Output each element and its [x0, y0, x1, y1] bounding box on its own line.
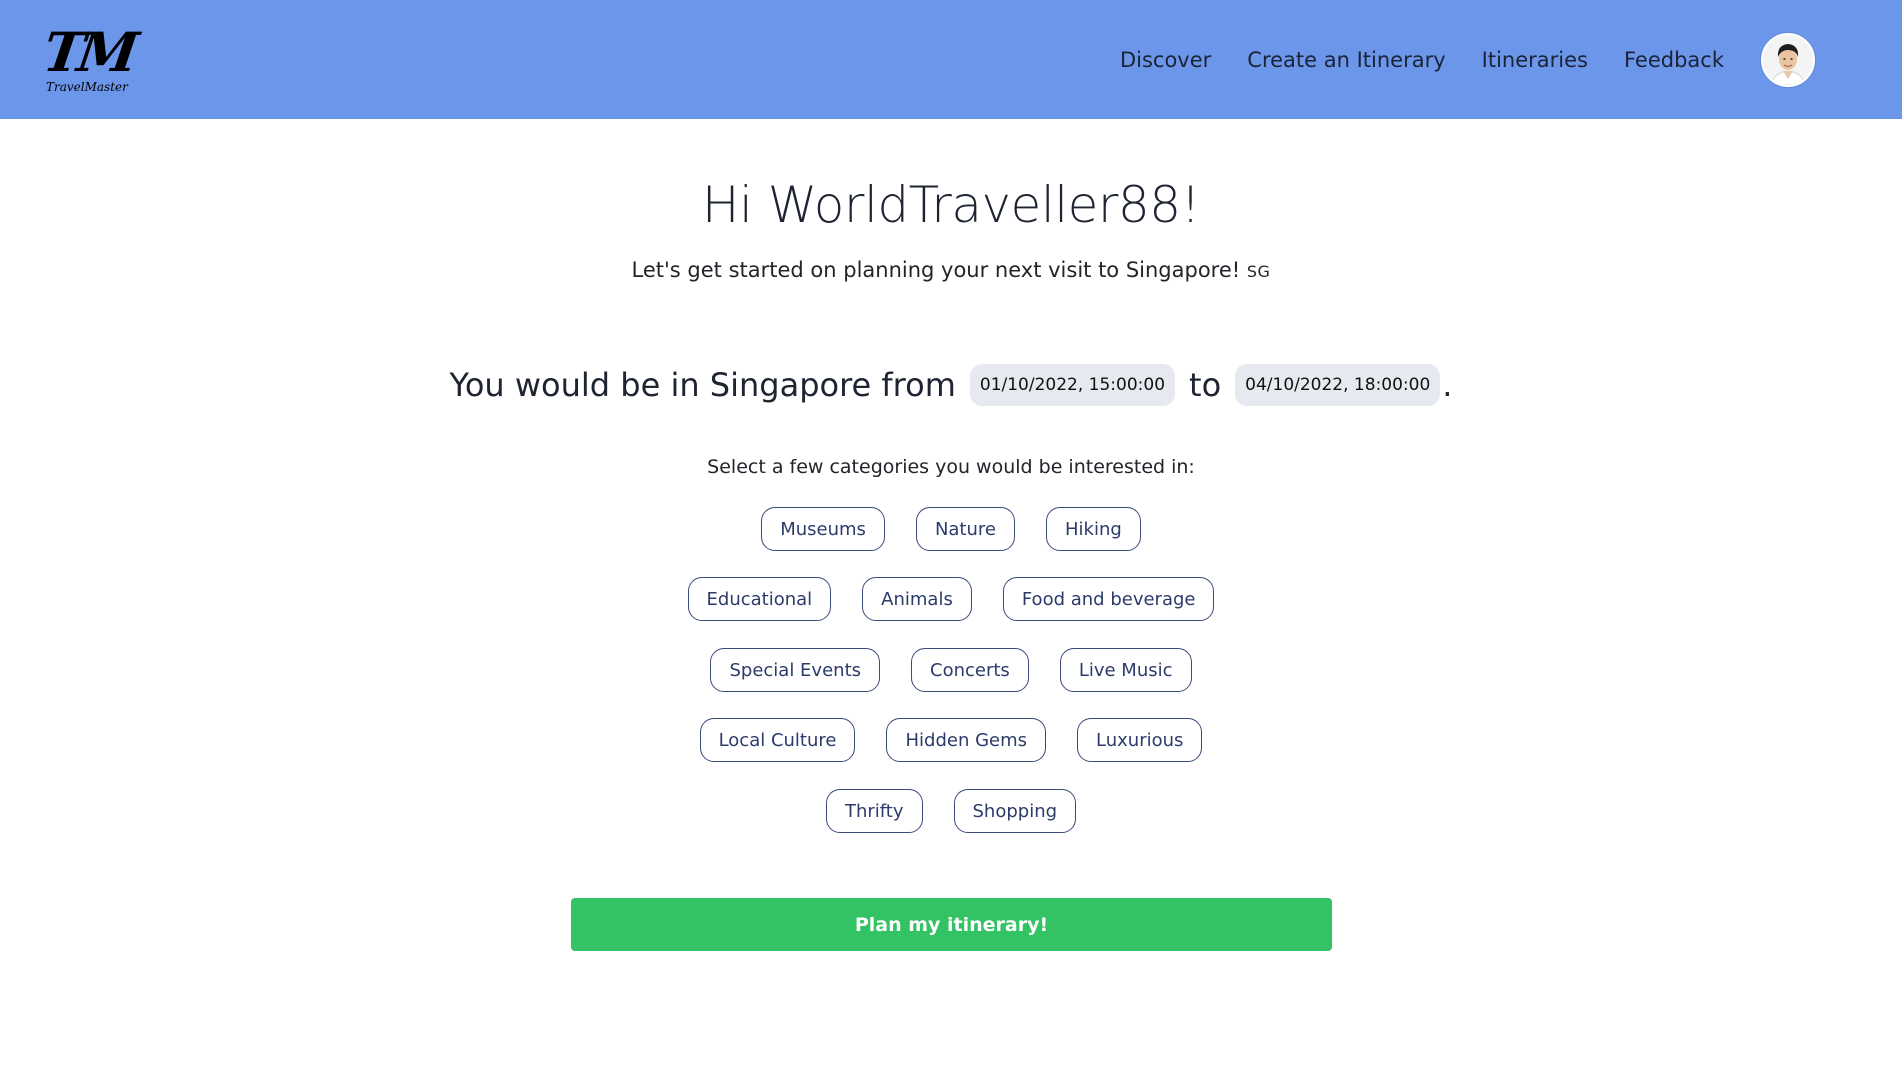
category-row: Local Culture Hidden Gems Luxurious: [0, 718, 1902, 762]
category-thrifty[interactable]: Thrifty: [825, 789, 923, 833]
category-hidden-gems[interactable]: Hidden Gems: [886, 718, 1047, 762]
start-datetime-badge: 01/10/2022, 15:00:00: [969, 364, 1176, 406]
stay-suffix: .: [1442, 366, 1453, 404]
category-shopping[interactable]: Shopping: [953, 789, 1077, 833]
subtitle: Let's get started on planning your next …: [0, 258, 1902, 282]
nav-link-discover[interactable]: Discover: [1120, 48, 1211, 72]
nav-link-itineraries[interactable]: Itineraries: [1482, 48, 1588, 72]
category-special-events[interactable]: Special Events: [710, 648, 881, 692]
category-row: Educational Animals Food and beverage: [0, 577, 1902, 621]
stay-period: You would be in Singapore from 01/10/202…: [0, 364, 1902, 406]
nav-links: Discover Create an Itinerary Itineraries…: [1120, 0, 1724, 119]
user-avatar[interactable]: [1761, 33, 1815, 87]
singapore-flag-icon: SG: [1246, 262, 1271, 281]
navbar: TM TravelMaster Discover Create an Itine…: [0, 0, 1902, 119]
subtitle-text: Let's get started on planning your next …: [631, 258, 1241, 282]
category-food-and-beverage[interactable]: Food and beverage: [1002, 577, 1215, 621]
stay-prefix: You would be in Singapore from: [449, 366, 956, 404]
category-row: Thrifty Shopping: [0, 789, 1902, 833]
category-animals[interactable]: Animals: [862, 577, 972, 621]
category-concerts[interactable]: Concerts: [911, 648, 1029, 692]
greeting-heading: Hi WorldTraveller88!: [701, 176, 1201, 234]
category-row: Special Events Concerts Live Music: [0, 648, 1902, 692]
category-educational[interactable]: Educational: [687, 577, 832, 621]
logo-mark: TM: [39, 20, 137, 84]
logo-text: TravelMaster: [46, 80, 128, 94]
brand-logo[interactable]: TM TravelMaster: [40, 20, 137, 102]
category-hiking[interactable]: Hiking: [1045, 507, 1141, 551]
category-luxurious[interactable]: Luxurious: [1077, 718, 1203, 762]
category-row: Museums Nature Hiking: [0, 507, 1902, 551]
category-local-culture[interactable]: Local Culture: [699, 718, 856, 762]
category-live-music[interactable]: Live Music: [1059, 648, 1192, 692]
end-datetime-badge: 04/10/2022, 18:00:00: [1235, 364, 1441, 406]
nav-link-create-itinerary[interactable]: Create an Itinerary: [1247, 48, 1445, 72]
stay-connector: to: [1189, 366, 1222, 404]
nav-link-feedback[interactable]: Feedback: [1624, 48, 1724, 72]
avatar-portrait-icon: [1763, 35, 1813, 85]
category-museums[interactable]: Museums: [761, 507, 885, 551]
category-nature[interactable]: Nature: [915, 507, 1015, 551]
plan-itinerary-button[interactable]: Plan my itinerary!: [571, 898, 1332, 951]
categories-prompt: Select a few categories you would be int…: [707, 456, 1195, 478]
